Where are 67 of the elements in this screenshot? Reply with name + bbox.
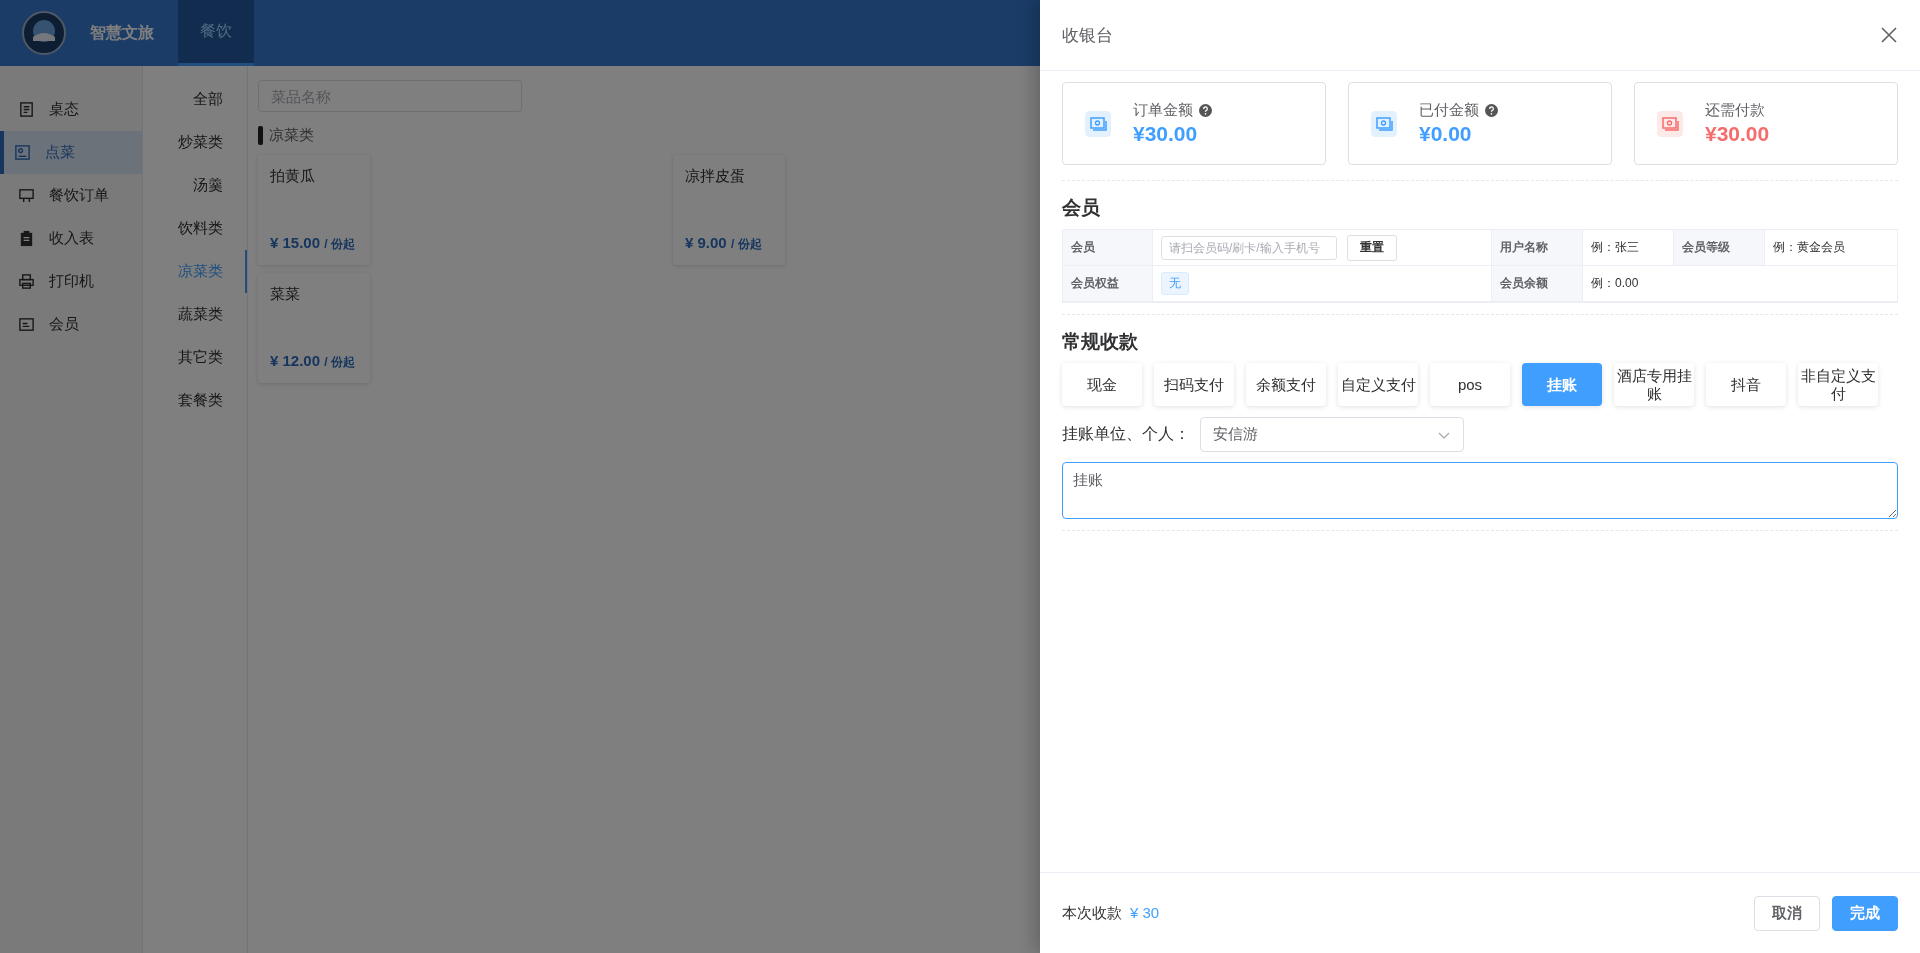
category-item[interactable]: 蔬菜类 xyxy=(143,293,247,336)
logo-icon xyxy=(22,11,66,55)
dish-card[interactable]: 拍黄瓜 ¥ 15.00 / 份起 xyxy=(258,155,370,265)
summary-label: 还需付款 xyxy=(1705,101,1765,120)
payment-method-button[interactable]: pos xyxy=(1430,363,1510,406)
help-icon[interactable] xyxy=(1485,104,1498,117)
dish-card[interactable]: 凉拌皮蛋 ¥ 9.00 / 份起 xyxy=(673,155,785,265)
clipboard-icon xyxy=(18,230,35,247)
summary-amount: ¥0.00 xyxy=(1419,122,1473,146)
picture-frame-icon xyxy=(14,144,31,161)
sidebar-item[interactable]: 打印机 xyxy=(0,260,142,303)
table-cell: 会员等级 xyxy=(1674,230,1765,266)
sidebar-item[interactable]: 桌态 xyxy=(0,88,142,131)
sidebar-item[interactable]: 收入表 xyxy=(0,217,142,260)
printer-icon xyxy=(18,273,35,290)
payment-method-button[interactable]: 非自定义支付 xyxy=(1798,363,1878,406)
section-heading: 会员 xyxy=(1062,196,1101,220)
table-cell: 会员 xyxy=(1063,230,1153,266)
footer-amount: ¥ 30 xyxy=(1130,903,1160,923)
table-cell: 用户名称 xyxy=(1492,230,1583,266)
easel-icon xyxy=(18,187,35,204)
summary-amount: ¥30.00 xyxy=(1133,122,1199,146)
banknote-icon xyxy=(1657,110,1683,137)
table-cell: 例：黄金会员 xyxy=(1765,230,1898,266)
payment-method-button[interactable]: 扫码支付 xyxy=(1154,363,1234,406)
payment-method-button[interactable]: 余额支付 xyxy=(1246,363,1326,406)
table-cell: 会员余额 xyxy=(1492,266,1583,302)
account-select[interactable]: 安信游 xyxy=(1200,417,1464,452)
category-item[interactable]: 其它类 xyxy=(143,336,247,379)
drawer-title: 收银台 xyxy=(1062,24,1113,47)
banknote-icon xyxy=(1085,110,1111,137)
section-title: 凉菜类 xyxy=(269,126,314,145)
section-marker xyxy=(258,126,263,145)
cancel-button[interactable]: 取消 xyxy=(1754,895,1820,931)
reset-button[interactable]: 重置 xyxy=(1347,234,1397,261)
payment-method-button[interactable]: 现金 xyxy=(1062,363,1142,406)
footer-label: 本次收款 xyxy=(1062,903,1122,923)
app-title: 智慧文旅 xyxy=(90,22,154,43)
category-item[interactable]: 全部 xyxy=(143,78,247,121)
category-item[interactable]: 汤羹 xyxy=(143,164,247,207)
confirm-button[interactable]: 完成 xyxy=(1832,895,1898,931)
dish-card[interactable]: 菜菜 ¥ 12.00 / 份起 xyxy=(258,273,370,383)
summary-amount: ¥30.00 xyxy=(1705,122,1770,146)
benefit-tag: 无 xyxy=(1161,272,1189,295)
member-search-field[interactable]: 请扫会员码/刷卡/输入手机号 xyxy=(1161,235,1337,260)
table-cell: 例：0.00 xyxy=(1583,266,1898,302)
payment-method-button[interactable]: 抖音 xyxy=(1706,363,1786,406)
help-icon[interactable] xyxy=(1199,104,1212,117)
summary-label: 已付金额 xyxy=(1419,101,1479,120)
payment-method-button[interactable]: 挂账 xyxy=(1522,363,1602,406)
payment-method-button[interactable]: 酒店专用挂账 xyxy=(1614,363,1694,406)
sidebar-item[interactable]: 餐饮订单 xyxy=(0,174,142,217)
remark-field[interactable]: 挂账 xyxy=(1062,462,1898,519)
summary-label: 订单金额 xyxy=(1133,101,1193,120)
card-icon xyxy=(18,316,35,333)
category-item[interactable]: 套餐类 xyxy=(143,379,247,422)
category-item[interactable]: 饮料类 xyxy=(143,207,247,250)
section-heading: 常规收款 xyxy=(1062,330,1139,354)
payment-method-button[interactable]: 自定义支付 xyxy=(1338,363,1418,406)
table-cell: 会员权益 xyxy=(1063,266,1153,302)
banknote-icon xyxy=(1371,110,1397,137)
close-icon[interactable] xyxy=(1880,26,1898,44)
category-item[interactable]: 炒菜类 xyxy=(143,121,247,164)
document-icon xyxy=(18,101,35,118)
field-label: 挂账单位、个人： xyxy=(1062,424,1190,444)
sidebar-item[interactable]: 点菜 xyxy=(0,131,142,174)
sidebar-item[interactable]: 会员 xyxy=(0,303,142,346)
